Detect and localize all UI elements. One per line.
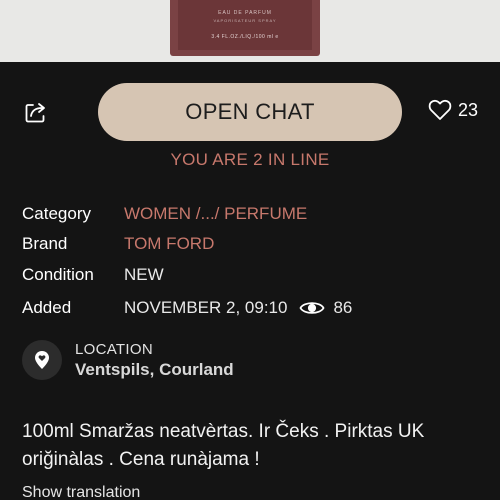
open-chat-label: OPEN CHAT <box>185 99 315 124</box>
added-row: Added NOVEMBER 2, 09:10 86 <box>22 294 482 322</box>
added-label: Added <box>22 298 72 317</box>
views-count: 86 <box>333 298 353 317</box>
show-translation-link[interactable]: Show translation <box>22 484 140 500</box>
category-label: Category <box>22 204 91 223</box>
views-counter: 86 <box>299 298 352 318</box>
location-icon-circle <box>22 340 62 380</box>
location-block[interactable]: LOCATION Ventspils, Courland <box>22 340 234 380</box>
location-value: Ventspils, Courland <box>75 359 234 379</box>
perfume-box: EAU DE PARFUM VAPORISATEUR SPRAY 3.4 FL.… <box>170 0 320 56</box>
box-text-line1: EAU DE PARFUM <box>218 10 272 16</box>
item-description: 100ml Smaržas neatvèrtas. Ir Čeks . Pirk… <box>22 421 425 470</box>
share-icon <box>25 103 45 123</box>
brand-row: Brand TOM FORD <box>22 230 482 258</box>
open-chat-button[interactable]: OPEN CHAT <box>98 83 402 141</box>
category-link[interactable]: WOMEN /.../ PERFUME <box>124 204 307 224</box>
brand-link[interactable]: TOM FORD <box>124 234 214 254</box>
location-pin-icon <box>35 351 49 369</box>
like-button[interactable]: 23 <box>428 99 478 121</box>
eye-icon <box>299 302 325 314</box>
condition-row: Condition NEW <box>22 261 482 289</box>
share-button[interactable] <box>22 98 50 126</box>
heart-icon <box>428 99 452 120</box>
box-text-line3: 3.4 FL.OZ./LIQ./100 ml e <box>211 34 279 40</box>
queue-position-text: YOU ARE 2 IN LINE <box>170 150 330 169</box>
likes-count: 23 <box>458 99 479 120</box>
added-date: NOVEMBER 2, 09:10 <box>124 298 288 317</box>
category-row: Category WOMEN /.../ PERFUME <box>22 200 482 228</box>
brand-label: Brand <box>22 234 68 253</box>
added-value-group: NOVEMBER 2, 09:10 86 <box>124 298 352 318</box>
condition-value: NEW <box>124 265 164 284</box>
location-label: LOCATION <box>75 340 153 358</box>
box-text-line2: VAPORISATEUR SPRAY <box>213 18 277 23</box>
product-image[interactable]: EAU DE PARFUM VAPORISATEUR SPRAY 3.4 FL.… <box>0 0 500 62</box>
condition-label: Condition <box>22 265 94 284</box>
